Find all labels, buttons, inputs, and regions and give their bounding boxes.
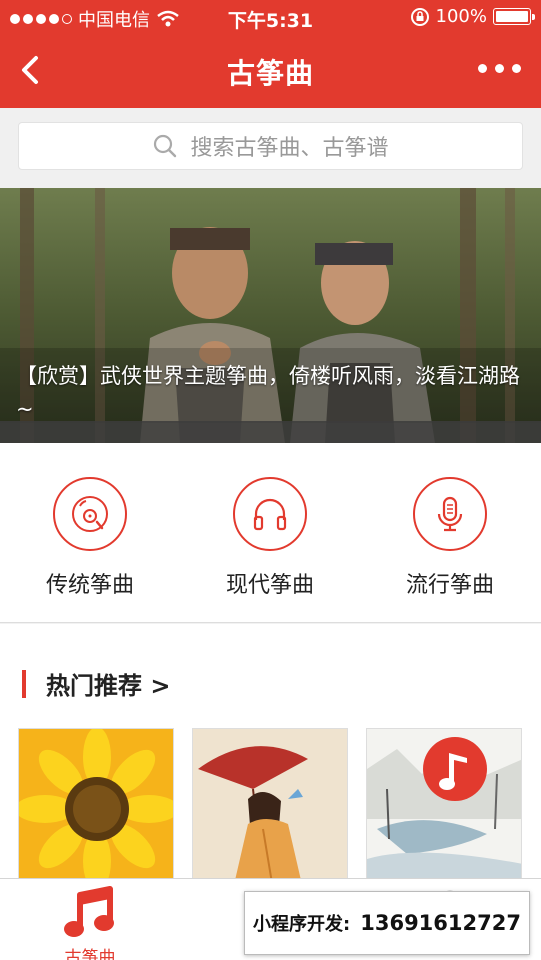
page-title: 古筝曲 [226,57,314,90]
ink-landscape-image [367,729,521,887]
battery-icon [493,8,535,25]
sunflower-image [19,729,173,887]
rotation-lock-icon [410,7,429,26]
section-accent-bar [22,669,26,698]
category-pop[interactable]: 流行筝曲 [370,477,530,599]
banner-caption: 【欣赏】武侠世界主题筝曲，倚楼听风雨，淡看江湖路~ [16,364,520,421]
banner-carousel[interactable]: 【欣赏】武侠世界主题筝曲，倚楼听风雨，淡看江湖路~ [0,188,541,443]
search-placeholder: 搜索古筝曲、古筝谱 [190,136,389,161]
music-note-icon [64,886,114,937]
section-title: 热门推荐 > [46,672,171,700]
headphones-icon [253,498,287,531]
category-modern[interactable]: 现代筝曲 [190,477,350,599]
category-icon-circle [53,477,127,551]
recommend-card[interactable] [192,728,348,888]
battery-percent: 100% [435,6,487,27]
category-traditional[interactable]: 传统筝曲 [10,477,170,599]
ad-label: 小程序开发: [253,914,351,935]
category-icon-circle [233,477,307,551]
nav-bar: 古筝曲 [0,34,541,108]
tab-guzheng[interactable]: 古筝曲 [30,885,150,960]
search-icon [154,134,177,158]
category-label: 传统筝曲 [45,573,134,598]
status-bar: 中国电信 下午5:31 100% [0,0,541,34]
recommend-card[interactable] [18,728,174,888]
developer-ad-banner: 小程序开发: 13691612727 [244,891,530,955]
more-menu-button[interactable] [478,64,521,73]
tab-label: 古筝曲 [64,948,116,960]
search-section: 搜索古筝曲、古筝谱 [0,108,541,188]
hot-section: 热门推荐 > [0,624,541,888]
status-right: 100% [410,6,535,27]
banner-bottom-bar [0,421,541,443]
microphone-icon [437,496,463,532]
category-icon-circle [413,477,487,551]
more-dot-icon [478,64,487,73]
search-input[interactable]: 搜索古筝曲、古筝谱 [18,122,523,170]
category-label: 流行筝曲 [405,573,494,598]
record-icon [72,496,108,532]
category-grid: 传统筝曲 现代筝曲 流行筝曲 [0,443,541,623]
umbrella-lady-image [193,729,347,887]
more-dot-icon [512,64,521,73]
more-dot-icon [495,64,504,73]
ad-phone: 13691612727 [360,911,521,935]
category-label: 现代筝曲 [225,573,314,598]
hot-header[interactable]: 热门推荐 > [22,666,170,701]
recommend-card[interactable] [366,728,522,888]
